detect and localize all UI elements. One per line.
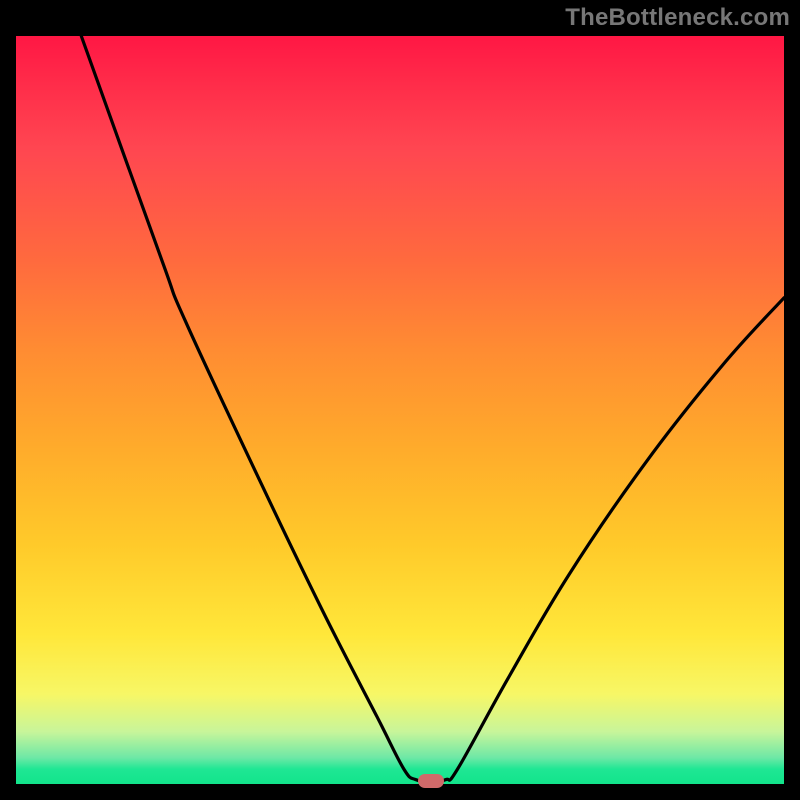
- plot-area: [16, 36, 784, 784]
- watermark-text: TheBottleneck.com: [565, 4, 790, 32]
- optimal-point-marker: [418, 774, 444, 788]
- bottleneck-curve: [16, 36, 784, 784]
- chart-frame: TheBottleneck.com: [0, 0, 800, 800]
